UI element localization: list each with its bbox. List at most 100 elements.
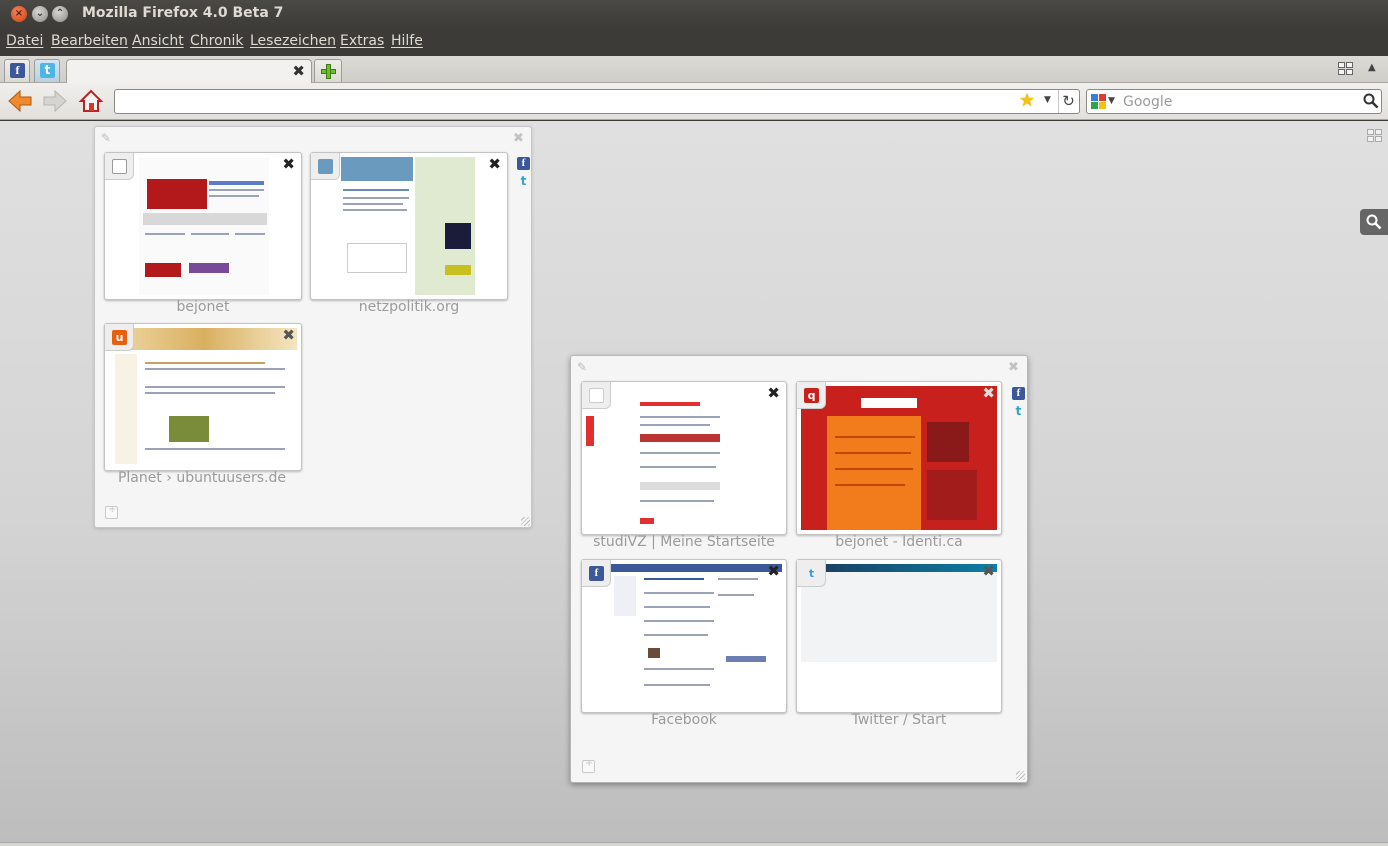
thumb-line — [640, 500, 714, 502]
tab-close-icon[interactable]: ✖ — [982, 563, 995, 579]
google-icon-part — [1091, 94, 1098, 101]
exit-tab-groups-icon[interactable] — [1367, 129, 1383, 144]
search-bar[interactable]: ▼ — [1086, 89, 1382, 114]
tab-groups-icon-cell — [1346, 62, 1353, 68]
new-tab-button[interactable] — [314, 59, 342, 82]
tab-card-twitter[interactable]: t ✖ — [796, 559, 1002, 713]
tab-close-icon[interactable]: ✖ — [292, 63, 305, 80]
menu-chronik[interactable]: Chronik — [190, 33, 244, 49]
tab-groups-icon-cell — [1346, 69, 1353, 75]
tab-card-bejonet[interactable]: ✖ — [104, 152, 302, 300]
search-icon[interactable] — [1363, 93, 1379, 109]
history-dropdown-icon[interactable]: ▼ — [1044, 95, 1051, 105]
window-close-button[interactable]: × — [11, 6, 27, 22]
thumb-line — [644, 668, 714, 670]
tab-groups-icon[interactable] — [1338, 62, 1354, 76]
thumb-line — [145, 368, 285, 370]
facebook-favicon-icon: f — [589, 566, 604, 581]
tab-close-icon[interactable]: ✖ — [282, 327, 295, 343]
menu-hilfe[interactable]: Hilfe — [391, 33, 423, 49]
back-arrow-icon[interactable] — [7, 90, 33, 112]
window-maximize-button[interactable]: ⌃ — [52, 6, 68, 22]
tab-thumbnail — [315, 157, 503, 295]
group-new-tab-button[interactable] — [105, 504, 118, 519]
thumb-line — [235, 233, 265, 235]
tab-thumbnail — [109, 157, 297, 295]
tab-group-2[interactable]: ✎ ✖ f t ✖ studiVZ | Meine Startseite q ✖… — [570, 355, 1028, 783]
thumb-strip — [143, 213, 267, 225]
group-resize-handle[interactable] — [1016, 771, 1025, 780]
tab-groups-icon-cell — [1367, 136, 1374, 142]
tab-card-identica[interactable]: q ✖ — [796, 381, 1002, 535]
thumb-sidebar-tab — [586, 416, 594, 446]
menu-bearbeiten[interactable]: Bearbeiten — [51, 33, 128, 49]
thumb-sidebar — [927, 470, 977, 520]
url-input[interactable] — [121, 92, 1001, 111]
tab-active[interactable]: ✖ — [66, 59, 312, 84]
group-title-edit-icon[interactable]: ✎ — [577, 360, 587, 374]
tab-groups-icon-cell — [1367, 129, 1374, 135]
tab-groups-icon-cell — [1338, 69, 1345, 75]
tab-close-icon[interactable]: ✖ — [767, 563, 780, 579]
facebook-icon: f — [10, 63, 25, 78]
group-new-tab-button[interactable] — [582, 758, 595, 773]
google-icon[interactable] — [1091, 94, 1106, 109]
thumb-line — [640, 452, 720, 454]
home-icon[interactable] — [78, 88, 104, 114]
window-minimize-button[interactable]: ⌄ — [32, 6, 48, 22]
plus-icon-vertical — [326, 64, 331, 79]
thumb-button — [640, 518, 654, 524]
tab-close-icon[interactable]: ✖ — [488, 156, 501, 172]
thumb-image — [145, 263, 181, 277]
search-engine-dropdown-icon[interactable]: ▼ — [1108, 96, 1115, 106]
reload-icon[interactable]: ↻ — [1058, 90, 1078, 113]
menu-datei[interactable]: Datei — [6, 33, 43, 49]
search-input[interactable] — [1123, 92, 1353, 111]
menu-lesezeichen[interactable]: Lesezeichen — [250, 33, 336, 49]
studivz-favicon-icon — [589, 388, 604, 403]
tab-card-studivz[interactable]: ✖ — [581, 381, 787, 535]
tab-card-netzpolitik[interactable]: ✖ — [310, 152, 508, 300]
thumb-box — [347, 243, 407, 273]
favicon-box — [311, 153, 340, 180]
favicon-box: f — [582, 560, 611, 587]
tab-thumbnail — [801, 386, 997, 530]
all-tabs-icon[interactable]: ▲ — [1368, 62, 1376, 73]
tab-close-icon[interactable]: ✖ — [767, 385, 780, 401]
bookmark-star-icon[interactable]: ★ — [1019, 91, 1035, 111]
tab-close-icon[interactable]: ✖ — [982, 385, 995, 401]
tab-title: studiVZ | Meine Startseite — [593, 534, 775, 550]
menu-ansicht[interactable]: Ansicht — [132, 33, 184, 49]
tab-card-ubuntuusers[interactable]: u ✖ — [104, 323, 302, 471]
tab-card-facebook[interactable]: f ✖ — [581, 559, 787, 713]
facebook-app-tab-icon[interactable]: f — [517, 157, 530, 170]
app-tab-twitter[interactable]: t — [34, 59, 60, 82]
netzpolitik-favicon-icon — [318, 159, 333, 174]
thumb-heading — [209, 181, 264, 185]
panorama-search-button[interactable] — [1360, 209, 1388, 235]
thumb-line — [644, 578, 704, 580]
search-icon — [1366, 214, 1382, 230]
thumb-line — [343, 197, 409, 199]
menu-extras[interactable]: Extras — [340, 33, 384, 49]
group-title-edit-icon[interactable]: ✎ — [101, 131, 111, 145]
tab-title: bejonet - Identi.ca — [835, 534, 963, 550]
twitter-app-tab-icon[interactable]: t — [517, 175, 530, 188]
thumb-header — [109, 328, 297, 350]
favicon-box — [582, 382, 611, 409]
forward-arrow-icon[interactable] — [42, 90, 68, 112]
thumb-sidebar — [614, 576, 636, 616]
tab-bar: f t ✖ ▲ — [0, 56, 1388, 84]
thumb-header — [586, 564, 782, 572]
twitter-app-tab-icon[interactable]: t — [1012, 405, 1025, 418]
app-tab-facebook[interactable]: f — [4, 59, 30, 82]
thumb-logo — [189, 263, 229, 273]
tab-close-icon[interactable]: ✖ — [282, 156, 295, 172]
tab-group-1[interactable]: ✎ ✖ f t ✖ bejonet ✖ netzpolitik.org u ✖ … — [94, 126, 532, 528]
group-close-icon[interactable]: ✖ — [513, 131, 524, 146]
group-resize-handle[interactable] — [521, 517, 530, 526]
url-bar[interactable]: ★ ▼ ↻ — [114, 89, 1080, 114]
group-close-icon[interactable]: ✖ — [1008, 360, 1019, 375]
penguin-favicon-icon — [112, 159, 127, 174]
facebook-app-tab-icon[interactable]: f — [1012, 387, 1025, 400]
